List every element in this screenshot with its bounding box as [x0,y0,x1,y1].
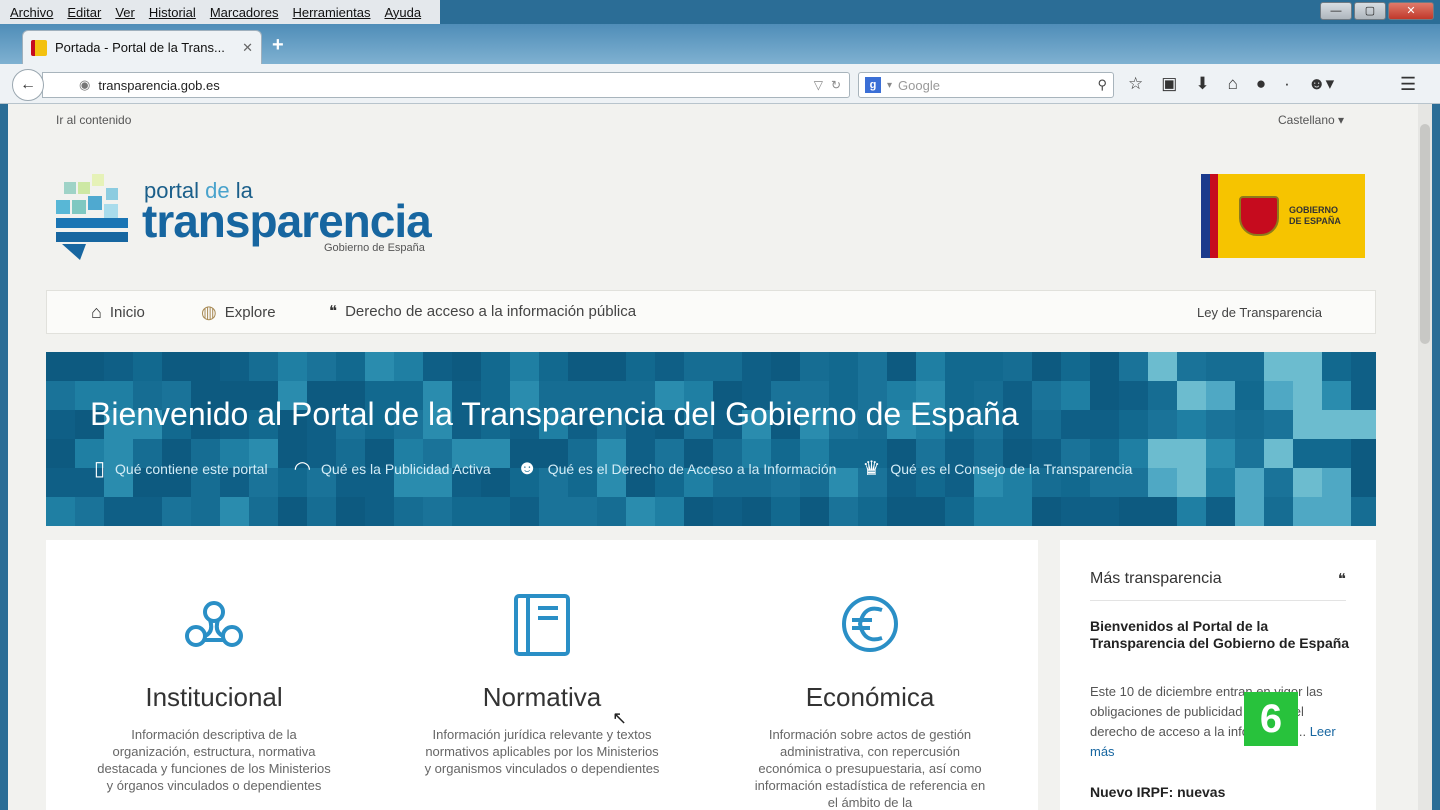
news-body: Este 10 de diciembre entran en vigor las… [1090,682,1352,762]
menu-ver[interactable]: Ver [115,5,135,20]
search-input[interactable]: Google [898,78,1091,93]
account-icon[interactable]: ☻▾ [1308,74,1334,94]
nav-derecho-acceso[interactable]: ❝ Derecho de acceso a la información púb… [329,302,637,321]
url-text[interactable]: transparencia.gob.es [98,78,805,93]
page-scrollbar[interactable] [1418,104,1432,810]
normativa-title: Normativa [482,682,602,712]
flag-strip-icon [1201,174,1228,258]
logo-text-transparencia[interactable]: transparencia [142,194,432,248]
close-window-button[interactable]: ✕ [1388,2,1434,20]
hero-mosaic-background [46,352,1376,526]
economica-desc: Información sobre actos de gestión admin… [754,727,986,810]
gobierno-espana-seal[interactable]: GOBIERNO DE ESPAÑA [1201,174,1365,258]
site-identity-icon[interactable]: ◉ [79,77,90,93]
sidebar-heading: Más transparencia ❝ [1090,570,1346,601]
menu-dots-icon[interactable]: · [1284,74,1290,94]
menu-archivo[interactable]: Archivo [10,5,53,20]
seal-line-2: DE ESPAÑA [1289,216,1341,226]
sidebar-heading-label: Más transparencia [1090,570,1222,587]
reload-icon[interactable]: ↻ [831,78,841,92]
hero-link-consejo-label: Qué es el Consejo de la Transparencia [890,460,1133,477]
nav-inicio-label: Inicio [109,304,145,321]
document-icon: ▯ [94,458,106,480]
coat-of-arms-icon [1239,196,1279,236]
new-tab-icon[interactable]: + [272,34,284,57]
search-engine-icon[interactable]: g [865,77,881,93]
portal-logo-icon [56,174,128,260]
crown-icon: ♛ [862,458,881,480]
menu-bar: Archivo Editar Ver Historial Marcadores … [0,0,440,24]
institucional-title: Institucional [145,682,283,712]
search-icon[interactable]: ⚲ [1097,77,1107,93]
site-favicon-icon [31,39,47,56]
mouse-cursor-icon: ↖ [612,708,628,728]
seal-line-1: GOBIERNO [1289,205,1339,215]
menu-ayuda[interactable]: Ayuda [384,5,421,20]
page-viewport: Ir al contenido Castellano ▾ portal de l… [8,104,1432,810]
institucional-desc: Información descriptiva de la organizaci… [97,727,331,793]
menu-editar[interactable]: Editar [67,5,101,20]
hero-link-publicidad-label: Qué es la Publicidad Activa [321,460,491,477]
hero-link-contenido-label: Qué contiene este portal [115,460,268,477]
tab-title: Portada - Portal de la Trans... [55,40,225,55]
euro-icon [842,596,898,652]
menu-herramientas[interactable]: Herramientas [292,5,370,20]
url-bar[interactable]: ◉ transparencia.gob.es ▽ ↻ [42,72,850,98]
menu-marcadores[interactable]: Marcadores [210,5,279,20]
close-tab-icon[interactable]: ✕ [242,40,253,56]
back-button[interactable]: ← [12,69,44,101]
hero-title: Bienvenido al Portal de la Transparencia… [90,396,1019,432]
hero-link-consejo[interactable]: ♛ Qué es el Consejo de la Transparencia [862,456,1132,481]
hero-link-derecho-label: Qué es el Derecho de Acceso a la Informa… [547,460,837,477]
users-icon: ☻ [516,457,538,479]
menu-historial[interactable]: Historial [149,5,196,20]
normativa-desc: Información jurídica relevante y textos … [424,727,660,776]
news-title[interactable]: Bienvenidos al Portal de la Transparenci… [1090,618,1350,652]
tv-channel-logo: 6 [1244,692,1298,746]
institucional-icon [185,601,243,647]
scrollbar-thumb[interactable] [1420,124,1430,344]
engine-dropdown-icon[interactable]: ▾ [887,80,892,91]
logo-subtitle: Gobierno de España [324,242,425,254]
nav-explore-label: Explore [224,304,276,321]
nav-inicio[interactable]: ⌂ Inicio [91,302,145,323]
sidebar-panel: Más transparencia ❝ Bienvenidos al Porta… [1060,540,1376,810]
skip-to-content-link[interactable]: Ir al contenido [56,113,131,127]
addon-icon[interactable]: ● [1256,74,1266,94]
window-controls: — ▢ ✕ [1320,2,1434,20]
main-content-panel: Institucional Información descriptiva de… [46,540,1038,810]
minimize-button[interactable]: — [1320,2,1352,20]
nav-derecho-label: Derecho de acceso a la información públi… [345,302,637,320]
news-title-2[interactable]: Nuevo IRPF: nuevas [1090,784,1225,800]
maximize-button[interactable]: ▢ [1354,2,1386,20]
bookmarks-list-icon[interactable]: ▣ [1161,74,1177,94]
normativa-book-icon [514,594,570,656]
toolbar-icons: ☆ ▣ ⬇ ⌂ ● · ☻▾ [1128,74,1334,94]
hero-banner: Bienvenido al Portal de la Transparencia… [46,352,1376,526]
rss-icon: ◠ [293,458,312,480]
hero-links: ▯ Qué contiene este portal ◠ Qué es la P… [94,456,1158,481]
chat-bubbles-icon: ❝ [329,303,338,320]
hero-link-publicidad[interactable]: ◠ Qué es la Publicidad Activa [294,456,491,481]
tab-portada[interactable]: Portada - Portal de la Trans... ✕ [22,30,262,64]
bookmark-star-icon[interactable]: ☆ [1128,74,1143,94]
home-icon[interactable]: ⌂ [1228,74,1238,94]
downloads-icon[interactable]: ⬇ [1195,74,1209,94]
main-nav: ⌂ Inicio ◍ Explore ❝ Derecho de acceso a… [46,290,1376,334]
nav-ley-transparencia[interactable]: Ley de Transparencia [1197,305,1322,320]
globe-icon: ◍ [201,302,217,322]
browser-toolbar: ◉ transparencia.gob.es ▽ ↻ ← g ▾ Google … [0,64,1440,104]
url-dropdown-icon[interactable]: ▽ [814,78,823,92]
language-selector[interactable]: Castellano ▾ [1278,113,1344,127]
hero-link-derecho[interactable]: ☻ Qué es el Derecho de Acceso a la Infor… [517,456,837,481]
tab-strip: Portada - Portal de la Trans... ✕ + [0,24,1440,64]
seal-text: GOBIERNO DE ESPAÑA [1289,205,1341,227]
nav-explore[interactable]: ◍ Explore [201,302,276,323]
hamburger-menu-icon[interactable]: ☰ [1400,74,1416,95]
home-icon: ⌂ [91,302,102,322]
chat-bubbles-icon: ❝ [1337,571,1346,588]
hero-link-contenido[interactable]: ▯ Qué contiene este portal [94,456,268,481]
search-bar[interactable]: g ▾ Google ⚲ [858,72,1114,98]
economica-title: Económica [805,682,935,712]
